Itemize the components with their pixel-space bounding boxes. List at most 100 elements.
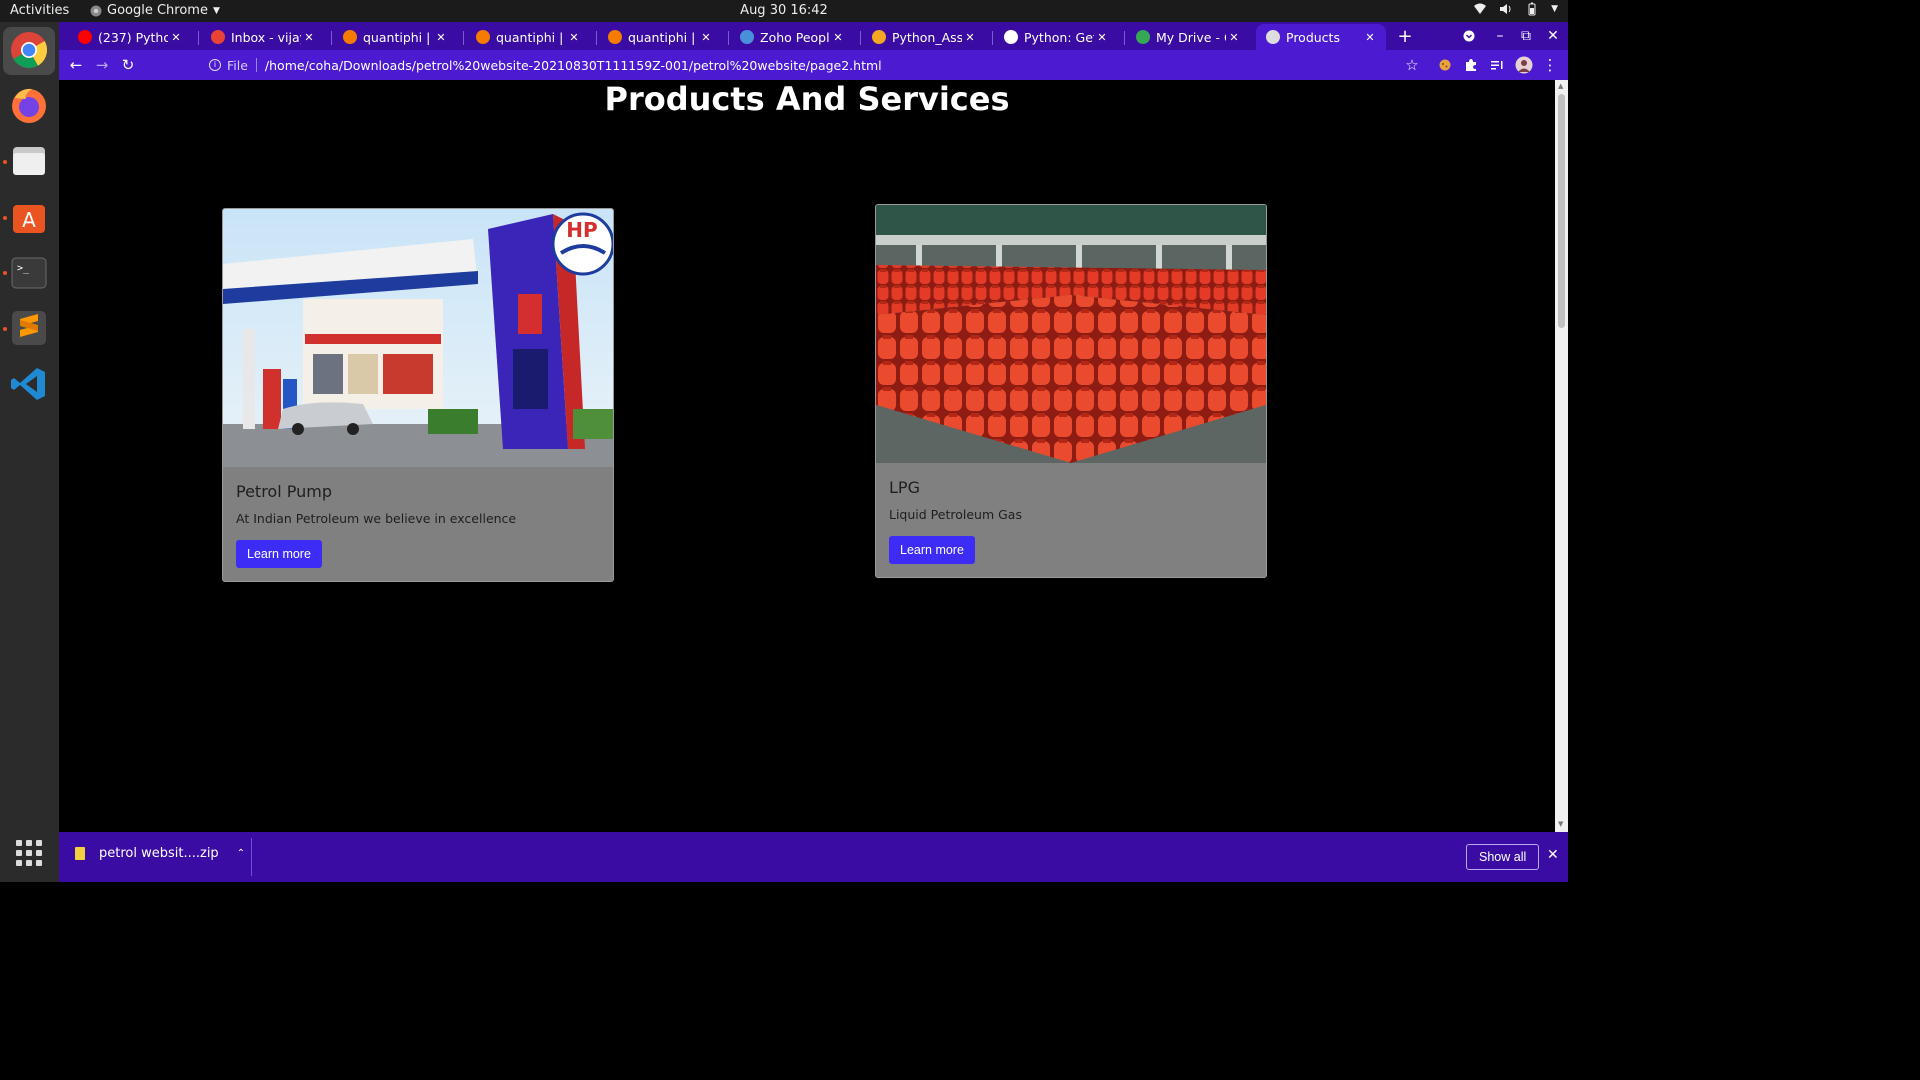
running-indicator xyxy=(3,216,7,220)
tab-5[interactable]: Zoho People ✕ xyxy=(736,24,854,50)
card-text: At Indian Petroleum we believe in excell… xyxy=(236,511,517,526)
minimize-icon[interactable]: – xyxy=(1488,24,1512,48)
tab-title: quantiphi | Py xyxy=(628,29,698,45)
show-applications-icon[interactable] xyxy=(16,840,42,866)
address-bar[interactable]: i File /home/coha/Downloads/petrol%20web… xyxy=(209,54,882,76)
chrome-icon xyxy=(11,32,48,69)
tab-strip: (237) Python T✕Inbox - vijay.y✕quantiphi… xyxy=(59,22,1568,50)
terminal-icon: >_ xyxy=(11,257,47,289)
favicon-icon xyxy=(1004,30,1018,44)
close-icon[interactable]: ✕ xyxy=(1362,31,1378,44)
dock-software[interactable]: A xyxy=(9,197,49,237)
chevron-up-icon[interactable]: ⌃ xyxy=(237,848,245,859)
scrollbar-thumb[interactable] xyxy=(1558,94,1565,328)
omnibox-divider xyxy=(255,58,257,72)
tab-1[interactable]: Inbox - vijay.y✕ xyxy=(207,24,325,50)
close-icon[interactable]: ✕ xyxy=(1094,31,1110,44)
tab-separator xyxy=(463,31,464,45)
sublime-text-icon xyxy=(12,311,46,345)
dock-files[interactable] xyxy=(9,141,49,181)
restore-icon[interactable]: ⧉ xyxy=(1514,24,1538,48)
tab-separator xyxy=(992,31,993,45)
kebab-menu-icon[interactable]: ⋮ xyxy=(1539,54,1561,76)
close-icon[interactable]: ✕ xyxy=(433,31,449,44)
tab-0[interactable]: (237) Python T✕ xyxy=(74,24,192,50)
favicon-icon xyxy=(740,30,754,44)
reload-icon[interactable]: ↻ xyxy=(117,54,139,76)
tab-3[interactable]: quantiphi | De✕ xyxy=(472,24,590,50)
petrol-pump-image: HP xyxy=(223,209,613,467)
tab-2[interactable]: quantiphi | Py✕ xyxy=(339,24,457,50)
media-queue-icon[interactable] xyxy=(1486,54,1508,76)
dock-vscode[interactable] xyxy=(9,364,49,404)
cookie-extension-icon[interactable] xyxy=(1434,54,1456,76)
running-indicator xyxy=(3,160,7,164)
tab-6[interactable]: Python_Assig✕ xyxy=(868,24,986,50)
scroll-down-icon[interactable]: ▼ xyxy=(1558,820,1563,828)
software-center-icon: A xyxy=(13,205,45,233)
back-icon[interactable]: ← xyxy=(65,54,87,76)
lpg-cylinders-image xyxy=(876,205,1266,463)
dock-firefox[interactable] xyxy=(9,85,49,125)
card-title: LPG xyxy=(889,478,920,497)
app-menu-label: Google Chrome xyxy=(107,3,208,18)
close-icon[interactable]: ✕ xyxy=(566,31,582,44)
extensions-puzzle-icon[interactable] xyxy=(1460,54,1482,76)
tab-title: quantiphi | De xyxy=(496,29,566,45)
close-icon[interactable]: ✕ xyxy=(1547,847,1559,863)
tab-title: Inbox - vijay.y xyxy=(231,29,301,45)
learn-more-button[interactable]: Learn more xyxy=(889,536,975,564)
tab-title: Products xyxy=(1286,29,1340,45)
favicon-icon xyxy=(211,30,225,44)
tab-7[interactable]: Python: Get a✕ xyxy=(1000,24,1118,50)
tab-title: Python_Assig xyxy=(892,29,962,45)
tab-title: Python: Get a xyxy=(1024,29,1094,45)
close-icon[interactable]: ✕ xyxy=(168,31,184,44)
info-icon[interactable]: i xyxy=(209,59,221,71)
download-item[interactable]: petrol websit....zip ⌃ xyxy=(75,846,245,861)
download-filename: petrol websit....zip xyxy=(99,846,219,861)
forward-icon[interactable]: → xyxy=(91,54,113,76)
tab-4[interactable]: quantiphi | Py✕ xyxy=(604,24,722,50)
system-tray[interactable]: ▼ xyxy=(1473,2,1558,16)
tab-separator xyxy=(728,31,729,45)
close-window-icon[interactable]: ✕ xyxy=(1541,24,1565,48)
chrome-small-icon xyxy=(90,5,102,16)
page-scrollbar[interactable]: ▲ ▼ xyxy=(1555,80,1568,832)
activities-button[interactable]: Activities xyxy=(10,3,69,18)
clock[interactable]: Aug 30 16:42 xyxy=(740,3,828,18)
bookmark-star-icon[interactable]: ☆ xyxy=(1401,54,1423,76)
url-text[interactable]: /home/coha/Downloads/petrol%20website-20… xyxy=(265,58,882,73)
svg-text:A: A xyxy=(22,208,36,232)
app-menu[interactable]: Google Chrome ▼ xyxy=(90,3,220,18)
zip-file-icon xyxy=(75,847,85,860)
tab-8[interactable]: My Drive - Goo✕ xyxy=(1132,24,1250,50)
wifi-icon[interactable] xyxy=(1473,2,1487,16)
close-icon[interactable]: ✕ xyxy=(962,31,978,44)
battery-icon[interactable] xyxy=(1525,2,1539,16)
avatar[interactable] xyxy=(1513,54,1535,76)
page-viewport: Products And Services HP Petrol Pump At … xyxy=(59,80,1555,832)
tab-title: My Drive - Goo xyxy=(1156,29,1226,45)
close-icon[interactable]: ✕ xyxy=(698,31,714,44)
dock-sublime[interactable] xyxy=(9,308,49,348)
dock-chrome[interactable] xyxy=(9,30,49,70)
close-icon[interactable]: ✕ xyxy=(301,31,317,44)
dock: A >_ xyxy=(0,22,59,882)
scroll-up-icon[interactable]: ▲ xyxy=(1558,82,1563,90)
tab-separator xyxy=(596,31,597,45)
close-icon[interactable]: ✕ xyxy=(830,31,846,44)
learn-more-button[interactable]: Learn more xyxy=(236,540,322,568)
card-petrol-pump: HP Petrol Pump At Indian Petroleum we be… xyxy=(222,208,614,582)
chevron-down-icon[interactable]: ▼ xyxy=(1551,4,1558,14)
dock-terminal[interactable]: >_ xyxy=(9,253,49,293)
tab-search-icon[interactable] xyxy=(1457,24,1481,48)
tab-separator xyxy=(331,31,332,45)
tab-9[interactable]: Products ✕ xyxy=(1256,24,1386,50)
show-all-button[interactable]: Show all xyxy=(1466,844,1540,870)
tab-title: quantiphi | Py xyxy=(363,29,433,45)
close-icon[interactable]: ✕ xyxy=(1226,31,1242,44)
files-icon xyxy=(13,147,45,175)
new-tab-button[interactable]: + xyxy=(1393,24,1417,48)
volume-icon[interactable] xyxy=(1499,2,1513,16)
